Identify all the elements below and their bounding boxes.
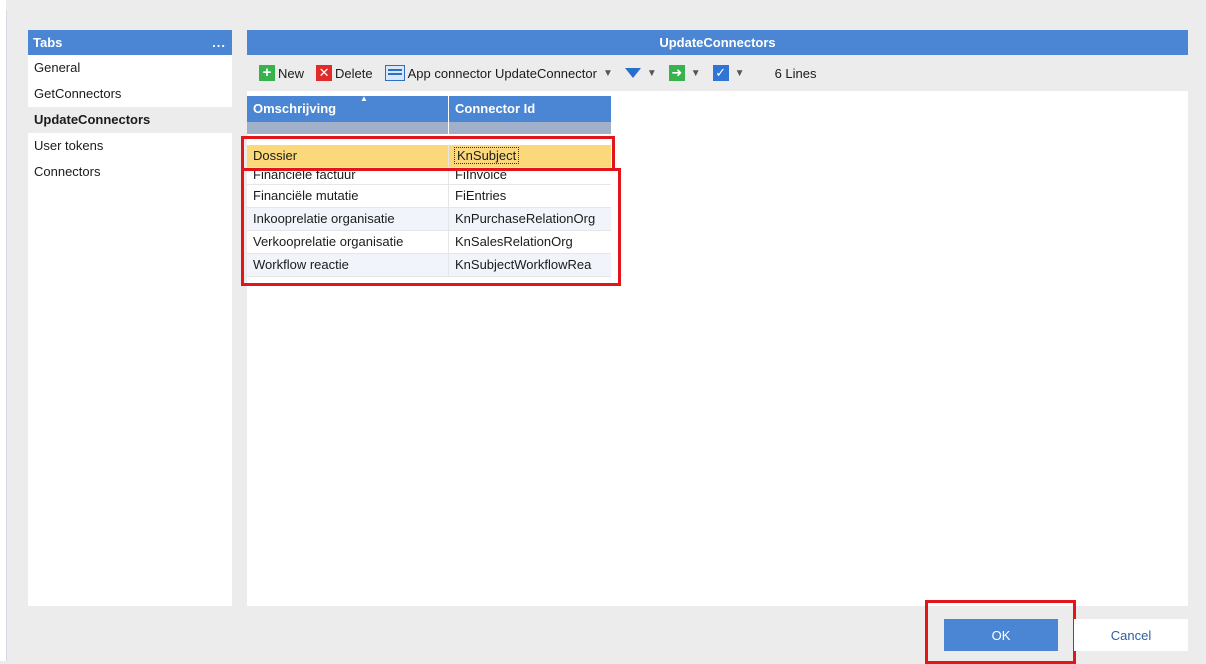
chevron-down-icon: ▼ <box>690 67 701 79</box>
cell-connector-id: FiInvoice <box>455 168 508 182</box>
table-row[interactable]: Verkooprelatie organisatie KnSalesRelati… <box>247 231 611 254</box>
checkbox-icon: ✓ <box>712 65 729 81</box>
grid-area: ▲ Omschrijving Connector Id Dossier KnSu… <box>247 91 1188 606</box>
window-left-border <box>0 0 7 661</box>
cancel-button[interactable]: Cancel <box>1074 619 1188 651</box>
app-connector-icon <box>384 65 405 81</box>
cell-connector-id-text: KnSubject <box>453 147 520 164</box>
window-top-strip <box>6 0 1206 10</box>
filter-icon <box>624 68 641 78</box>
column-omschrijving-label: Omschrijving <box>253 101 337 116</box>
tab-updateconnectors[interactable]: UpdateConnectors <box>28 107 232 133</box>
tabs-panel: Tabs ... General GetConnectors UpdateCon… <box>28 30 232 606</box>
delete-x-icon: ✕ <box>316 65 333 81</box>
delete-label: Delete <box>335 65 373 81</box>
cell-connector-id: KnSalesRelationOrg <box>455 234 573 249</box>
app-connector-label: App connector UpdateConnector <box>407 65 597 81</box>
table-row[interactable]: Inkooprelatie organisatie KnPurchaseRela… <box>247 208 611 231</box>
chevron-down-icon: ▼ <box>734 67 745 79</box>
table-row[interactable]: Dossier KnSubject <box>247 145 611 168</box>
actions-dropdown[interactable]: ➜ ▼ <box>667 61 703 85</box>
cell-omschrijving: Verkooprelatie organisatie <box>247 231 449 253</box>
arrow-right-icon: ➜ <box>668 65 685 81</box>
cell-connector-id: FiEntries <box>455 188 507 203</box>
main-header: UpdateConnectors <box>247 30 1188 55</box>
ok-button[interactable]: OK <box>944 619 1058 651</box>
cell-omschrijving: Financiële mutatie <box>247 185 449 207</box>
cell-connector-id: KnSubjectWorkflowRea <box>455 257 592 272</box>
delete-button[interactable]: ✕ Delete <box>314 61 375 85</box>
tab-general[interactable]: General <box>28 55 232 81</box>
more-options-icon[interactable]: ... <box>212 35 226 50</box>
plus-icon: + <box>259 65 275 81</box>
line-count: 6 Lines <box>774 65 817 81</box>
table-row[interactable]: Workflow reactie KnSubjectWorkflowRea <box>247 254 611 277</box>
tab-user-tokens[interactable]: User tokens <box>28 133 232 159</box>
column-connector-id-label: Connector Id <box>455 101 536 116</box>
sort-ascending-icon: ▲ <box>360 94 368 103</box>
column-header-connector-id[interactable]: Connector Id <box>449 96 611 122</box>
app-connector-dropdown[interactable]: App connector UpdateConnector ▼ <box>383 61 615 85</box>
tabs-title: Tabs <box>33 35 63 50</box>
filter-dropdown[interactable]: ▼ <box>623 61 659 85</box>
cell-omschrijving: Inkooprelatie organisatie <box>247 208 449 230</box>
cell-omschrijving: Financiële factuur <box>247 168 449 184</box>
connectors-grid: ▲ Omschrijving Connector Id Dossier KnSu… <box>247 94 611 277</box>
column-header-omschrijving[interactable]: ▲ Omschrijving <box>247 94 449 122</box>
tab-getconnectors[interactable]: GetConnectors <box>28 81 232 107</box>
grid-spacer <box>247 135 611 145</box>
chevron-down-icon: ▼ <box>646 67 657 79</box>
cell-omschrijving: Workflow reactie <box>247 254 449 276</box>
cell-connector-id: KnPurchaseRelationOrg <box>455 211 596 226</box>
toolbar: + New ✕ Delete App connector UpdateConne… <box>247 55 1188 91</box>
tabs-header: Tabs ... <box>28 30 232 55</box>
select-dropdown[interactable]: ✓ ▼ <box>711 61 747 85</box>
grid-header: ▲ Omschrijving Connector Id <box>247 94 611 122</box>
table-row[interactable]: Financiële factuur FiInvoice <box>247 168 611 185</box>
table-row[interactable]: Financiële mutatie FiEntries <box>247 185 611 208</box>
cell-connector-id: KnSubject <box>449 145 611 167</box>
grid-filter-row[interactable] <box>247 122 611 135</box>
new-button[interactable]: + New <box>257 61 306 85</box>
tab-connectors[interactable]: Connectors <box>28 159 232 185</box>
main-title: UpdateConnectors <box>659 35 776 50</box>
main-panel: UpdateConnectors + New ✕ Delete App conn… <box>247 30 1188 606</box>
cell-omschrijving: Dossier <box>247 145 449 167</box>
filter-cell-omschrijving[interactable] <box>247 122 450 134</box>
new-label: New <box>278 65 305 81</box>
filter-cell-connector-id[interactable] <box>449 122 611 134</box>
chevron-down-icon: ▼ <box>602 67 613 79</box>
